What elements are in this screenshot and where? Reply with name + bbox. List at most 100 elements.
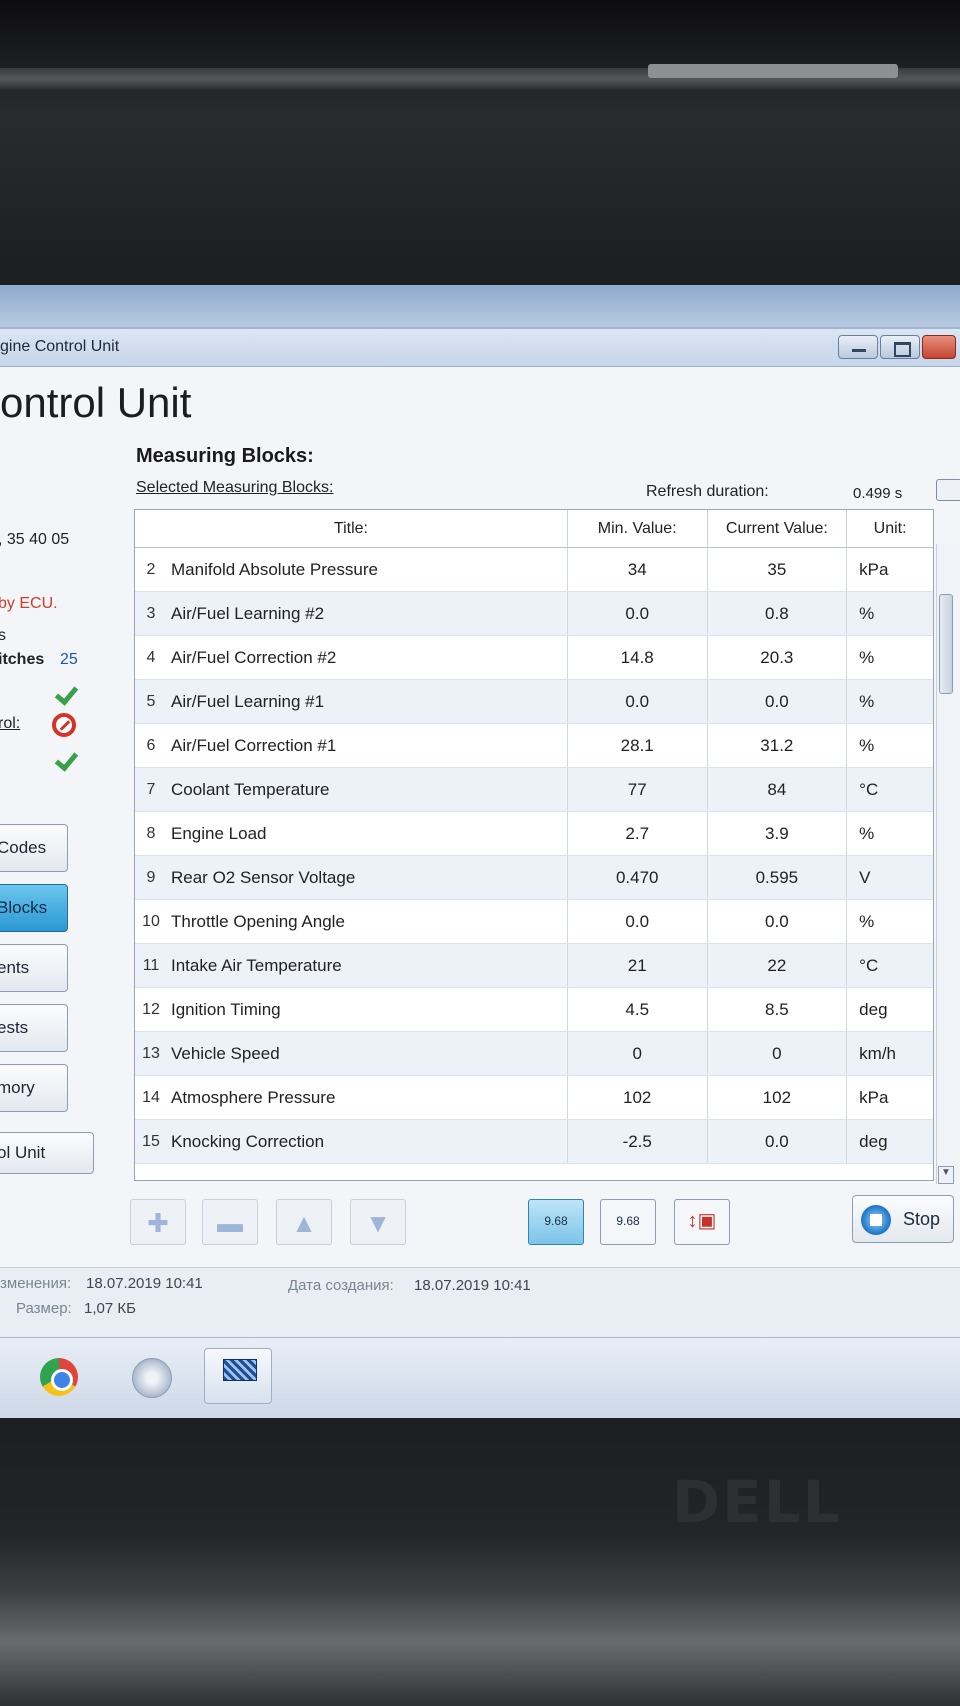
table-row[interactable]: 12 Ignition Timing 4.5 8.5 deg bbox=[135, 988, 933, 1032]
cell-min-value: 4.5 bbox=[568, 988, 708, 1031]
table-row[interactable]: 11 Intake Air Temperature 21 22 °C bbox=[135, 944, 933, 988]
cell-current-value: 0.8 bbox=[708, 592, 848, 635]
block-number: 6 bbox=[146, 736, 156, 754]
components-button[interactable]: ents bbox=[0, 944, 68, 992]
move-down-button[interactable]: ▼ bbox=[350, 1199, 406, 1245]
size-label: Размер: bbox=[16, 1300, 72, 1317]
sort-descending-icon[interactable]: 9.68 bbox=[528, 1199, 584, 1245]
scrollbar-thumb[interactable] bbox=[939, 594, 953, 694]
status-fragment: s bbox=[0, 627, 6, 644]
cell-current-value: 20.3 bbox=[708, 636, 848, 679]
table-row[interactable]: 6 Air/Fuel Correction #1 28.1 31.2% bbox=[135, 724, 933, 768]
table-row[interactable]: 9 Rear O2 Sensor Voltage 0.470 0.595 V bbox=[135, 856, 933, 900]
cell-current-value: 0.0 bbox=[708, 1120, 848, 1163]
blocks-button[interactable]: Blocks bbox=[0, 884, 68, 932]
codes-button[interactable]: Codes bbox=[0, 824, 68, 872]
block-number: 13 bbox=[142, 1044, 160, 1062]
cell-title: 2 Manifold Absolute Pressure bbox=[135, 548, 568, 591]
table-row[interactable]: 5 Air/Fuel Learning #1 0.0 0.0% bbox=[135, 680, 933, 724]
minimize-button[interactable] bbox=[838, 335, 878, 359]
column-min[interactable]: Min. Value: bbox=[568, 510, 708, 547]
taskbar-media-player[interactable] bbox=[116, 1348, 184, 1404]
table-row[interactable]: 3 Air/Fuel Learning #2 0.0 0.8% bbox=[135, 592, 933, 636]
cell-min-value: 21 bbox=[568, 944, 708, 987]
table-row[interactable]: 14 Atmosphere Pressure 102 102 kPa bbox=[135, 1076, 933, 1120]
scroll-down-arrow[interactable]: ▼ bbox=[938, 1166, 954, 1184]
table-scrollbar[interactable]: ▼ bbox=[936, 544, 956, 1184]
cell-title: 3 Air/Fuel Learning #2 bbox=[135, 592, 568, 635]
table-row[interactable]: 10 Throttle Opening Angle 0.0 0.0% bbox=[135, 900, 933, 944]
file-details-pane: зменения: 18.07.2019 10:41 Дата создания… bbox=[0, 1267, 960, 1337]
column-unit[interactable]: Unit: bbox=[847, 510, 933, 547]
maximize-button[interactable] bbox=[880, 335, 920, 359]
window-controls bbox=[838, 335, 956, 359]
block-title: Rear O2 Sensor Voltage bbox=[171, 867, 356, 887]
cell-title: 13 Vehicle Speed bbox=[135, 1032, 568, 1075]
block-title: Throttle Opening Angle bbox=[171, 911, 345, 931]
vin-fragment: , 35 40 05 bbox=[0, 531, 70, 548]
block-number: 10 bbox=[142, 912, 160, 930]
cell-current-value: 0.595 bbox=[708, 856, 848, 899]
block-title: Atmosphere Pressure bbox=[171, 1087, 336, 1107]
table-header: Title: Min. Value: Current Value: Unit: bbox=[135, 510, 933, 548]
tests-button[interactable]: ests bbox=[0, 1004, 68, 1052]
cell-title: 10 Throttle Opening Angle bbox=[135, 900, 568, 943]
stop-button-label: Stop bbox=[903, 1209, 941, 1229]
table-row[interactable]: 15 Knocking Correction -2.5 0.0 deg bbox=[135, 1120, 933, 1164]
check-icon bbox=[54, 749, 76, 771]
window-title: gine Control Unit bbox=[0, 338, 120, 355]
insert-icon: ✚ bbox=[147, 1208, 169, 1238]
table-row[interactable]: 8 Engine Load 2.7 3.9% bbox=[135, 812, 933, 856]
cell-current-value: 0.0 bbox=[708, 900, 848, 943]
desktop-background bbox=[0, 285, 960, 328]
table-row[interactable]: 2 Manifold Absolute Pressure 34 35 kPa bbox=[135, 548, 933, 592]
cell-min-value: 28.1 bbox=[568, 724, 708, 767]
laptop-logo: DELL bbox=[672, 1468, 842, 1536]
laptop-bezel-bottom: DELL bbox=[0, 1418, 960, 1706]
cell-min-value: 0.0 bbox=[568, 680, 708, 723]
measuring-blocks-table: Title: Min. Value: Current Value: Unit: … bbox=[134, 509, 934, 1181]
taskbar-vcds[interactable] bbox=[204, 1348, 272, 1404]
record-icon[interactable]: ↕▣ bbox=[674, 1199, 730, 1245]
cell-min-value: 34 bbox=[568, 548, 708, 591]
cell-unit: % bbox=[859, 911, 875, 931]
remove-block-button[interactable]: ▬ bbox=[202, 1199, 258, 1245]
cell-unit: % bbox=[859, 691, 875, 711]
cell-min-value: 0 bbox=[568, 1032, 708, 1075]
cell-min-value: 77 bbox=[568, 768, 708, 811]
cell-title: 4 Air/Fuel Correction #2 bbox=[135, 636, 568, 679]
insert-block-button[interactable]: ✚ bbox=[130, 1199, 186, 1245]
arrow-up-icon: ▲ bbox=[291, 1208, 317, 1238]
cell-title: 6 Air/Fuel Correction #1 bbox=[135, 724, 568, 767]
table-row[interactable]: 7 Coolant Temperature 77 84 °C bbox=[135, 768, 933, 812]
taskbar-chrome[interactable] bbox=[24, 1348, 92, 1404]
check-icon bbox=[54, 683, 76, 705]
refresh-settings-button[interactable] bbox=[936, 479, 960, 501]
stop-button[interactable]: Stop bbox=[852, 1195, 954, 1243]
cell-unit: °C bbox=[859, 779, 879, 799]
column-title[interactable]: Title: bbox=[135, 510, 568, 547]
cell-min-value: 2.7 bbox=[568, 812, 708, 855]
cell-min-value: 102 bbox=[568, 1076, 708, 1119]
created-label: Дата создания: bbox=[288, 1277, 394, 1294]
cell-title: 5 Air/Fuel Learning #1 bbox=[135, 680, 568, 723]
memory-button[interactable]: mory bbox=[0, 1064, 68, 1112]
sort-ascending-icon[interactable]: 9.68 bbox=[600, 1199, 656, 1245]
block-title: Coolant Temperature bbox=[171, 779, 330, 799]
size-value: 1,07 КБ bbox=[84, 1300, 136, 1317]
taskbar bbox=[0, 1337, 960, 1418]
cell-unit: % bbox=[859, 823, 875, 843]
screen: gine Control Unit ontrol Unit , 35 40 05… bbox=[0, 285, 960, 1418]
control-unit-button[interactable]: ol Unit bbox=[0, 1132, 94, 1174]
table-row[interactable]: 13 Vehicle Speed 0 0 km/h bbox=[135, 1032, 933, 1076]
move-up-button[interactable]: ▲ bbox=[276, 1199, 332, 1245]
close-button[interactable] bbox=[922, 335, 956, 359]
remove-icon: ▬ bbox=[217, 1208, 243, 1238]
table-row[interactable]: 4 Air/Fuel Correction #2 14.8 20.3% bbox=[135, 636, 933, 680]
column-current[interactable]: Current Value: bbox=[708, 510, 848, 547]
cell-min-value: 0.470 bbox=[568, 856, 708, 899]
switches-count: 25 bbox=[60, 651, 78, 668]
laptop-bezel-top bbox=[0, 0, 960, 285]
cell-unit: % bbox=[859, 603, 875, 623]
cell-min-value: -2.5 bbox=[568, 1120, 708, 1163]
